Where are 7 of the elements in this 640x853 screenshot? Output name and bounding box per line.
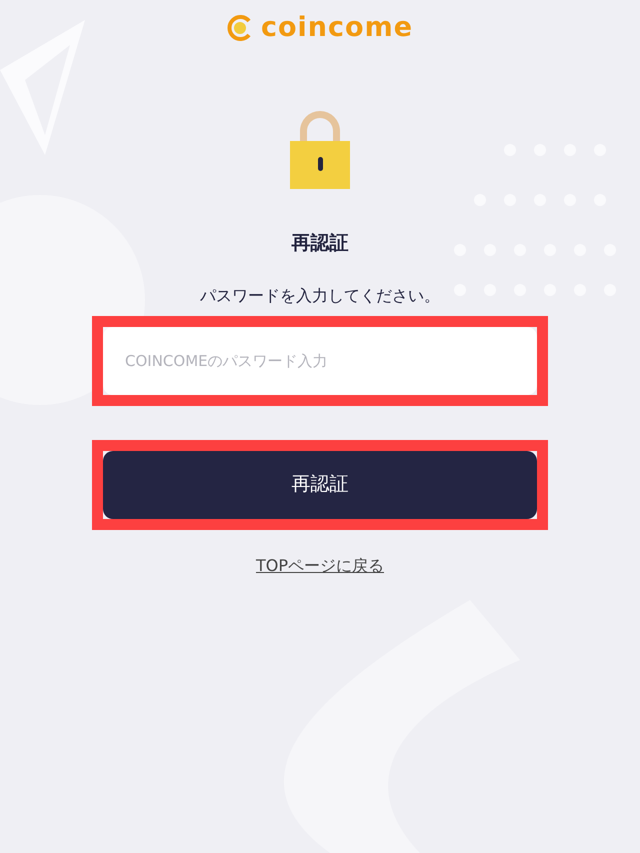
back-to-top-link[interactable]: TOPページに戻る [256,554,384,578]
reauthenticate-button[interactable]: 再認証 [103,450,537,518]
password-field[interactable]: COINCOMEのパスワード入力 [103,326,537,394]
page-title: 再認証 [292,231,348,256]
instruction-text: パスワードを入力してください。 [200,284,440,306]
logo-icon [226,14,253,40]
logo-text: coincome [260,14,414,41]
